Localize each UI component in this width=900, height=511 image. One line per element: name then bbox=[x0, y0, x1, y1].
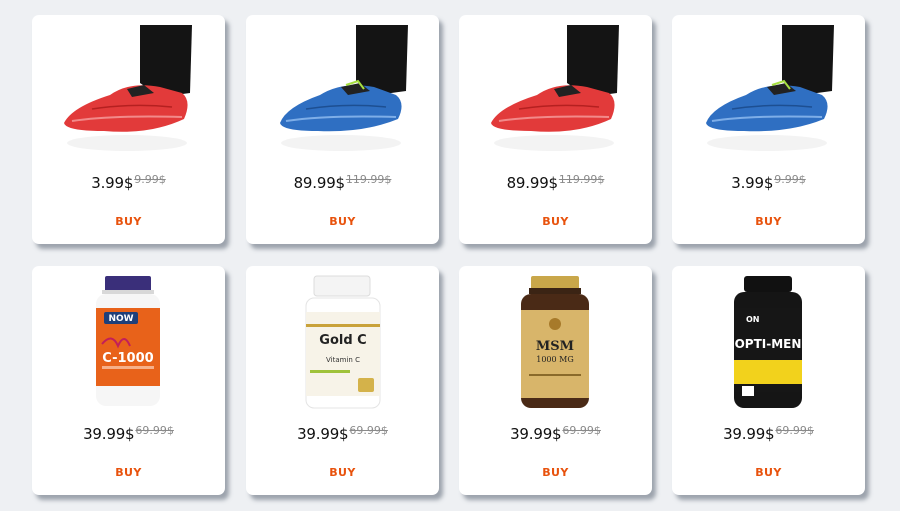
blue-shoe-cover-image[interactable] bbox=[246, 23, 439, 163]
price: 3.99$ bbox=[731, 174, 774, 192]
buy-button[interactable]: BUY bbox=[732, 211, 805, 233]
red-shoe-cover-image[interactable] bbox=[32, 23, 225, 163]
product-card[interactable]: 3.99$9.99$ BUY bbox=[672, 15, 865, 244]
product-card[interactable]: 3.99$9.99$ BUY bbox=[32, 15, 225, 244]
product-card[interactable]: NOW C-1000 39.99$69.99$ BUY bbox=[32, 266, 225, 495]
buy-button[interactable]: BUY bbox=[519, 462, 592, 484]
brand-text: ON bbox=[746, 315, 760, 324]
price: 39.99$ bbox=[297, 425, 349, 443]
old-price: 9.99$ bbox=[774, 173, 806, 186]
price-row: 39.99$69.99$ bbox=[32, 424, 225, 443]
old-price: 69.99$ bbox=[349, 424, 388, 437]
buy-button[interactable]: BUY bbox=[306, 462, 379, 484]
buy-button[interactable]: BUY bbox=[92, 211, 165, 233]
sub-text: Vitamin C bbox=[326, 356, 360, 364]
old-price: 119.99$ bbox=[558, 173, 605, 186]
label-text: Gold C bbox=[319, 333, 366, 348]
buy-button[interactable]: BUY bbox=[92, 462, 165, 484]
product-card[interactable]: ON OPTI-MEN 39.99$69.99$ BUY bbox=[672, 266, 865, 495]
product-card[interactable]: Gold C Vitamin C 39.99$69.99$ BUY bbox=[246, 266, 439, 495]
old-price: 69.99$ bbox=[135, 424, 174, 437]
old-price: 119.99$ bbox=[345, 173, 392, 186]
buy-button[interactable]: BUY bbox=[306, 211, 379, 233]
price-row: 89.99$119.99$ bbox=[246, 173, 439, 192]
sub-text: 1000 MG bbox=[536, 355, 573, 364]
price: 89.99$ bbox=[506, 174, 558, 192]
brand-text: NOW bbox=[108, 314, 133, 324]
blue-shoe-cover-image[interactable] bbox=[672, 23, 865, 163]
price-row: 89.99$119.99$ bbox=[459, 173, 652, 192]
old-price: 69.99$ bbox=[562, 424, 601, 437]
buy-button[interactable]: BUY bbox=[732, 462, 805, 484]
old-price: 9.99$ bbox=[134, 173, 166, 186]
label-text: MSM bbox=[536, 339, 574, 354]
product-card[interactable]: 89.99$119.99$ BUY bbox=[246, 15, 439, 244]
product-card[interactable]: 89.99$119.99$ BUY bbox=[459, 15, 652, 244]
price-row: 3.99$9.99$ bbox=[32, 173, 225, 192]
price: 89.99$ bbox=[293, 174, 345, 192]
price: 3.99$ bbox=[91, 174, 134, 192]
msm-bottle-image[interactable]: MSM 1000 MG bbox=[459, 274, 652, 414]
vitamin-c-bottle-image[interactable]: NOW C-1000 bbox=[32, 274, 225, 414]
red-shoe-cover-image[interactable] bbox=[459, 23, 652, 163]
price-row: 3.99$9.99$ bbox=[672, 173, 865, 192]
label-text: OPTI-MEN bbox=[735, 337, 802, 351]
price: 39.99$ bbox=[510, 425, 562, 443]
price: 39.99$ bbox=[723, 425, 775, 443]
label-text: C-1000 bbox=[102, 351, 153, 366]
gold-c-bottle-image[interactable]: Gold C Vitamin C bbox=[246, 274, 439, 414]
price-row: 39.99$69.99$ bbox=[459, 424, 652, 443]
product-card[interactable]: MSM 1000 MG 39.99$69.99$ BUY bbox=[459, 266, 652, 495]
price-row: 39.99$69.99$ bbox=[672, 424, 865, 443]
old-price: 69.99$ bbox=[775, 424, 814, 437]
price-row: 39.99$69.99$ bbox=[246, 424, 439, 443]
opti-men-bottle-image[interactable]: ON OPTI-MEN bbox=[672, 274, 865, 414]
price: 39.99$ bbox=[83, 425, 135, 443]
buy-button[interactable]: BUY bbox=[519, 211, 592, 233]
